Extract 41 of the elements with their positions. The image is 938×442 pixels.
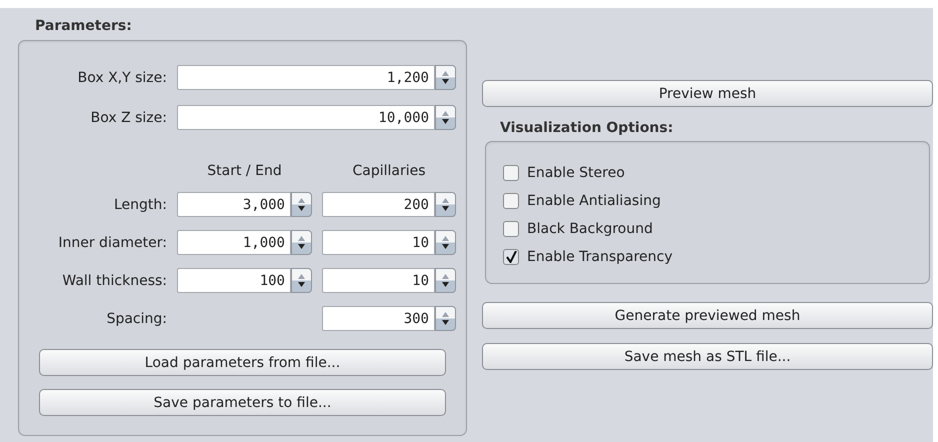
spinner-arrows-icon[interactable] xyxy=(435,105,456,130)
checkbox[interactable] xyxy=(503,193,519,209)
file-button[interactable]: Load parameters from file... xyxy=(39,349,446,376)
column-header: Capillaries xyxy=(351,163,427,179)
spinner-arrows-icon[interactable] xyxy=(435,65,456,90)
checkbox[interactable] xyxy=(503,249,519,265)
spinner-arrows-icon[interactable] xyxy=(435,306,456,331)
number-field[interactable]: 3,000 xyxy=(177,192,291,217)
checkbox-label: Enable Stereo xyxy=(527,165,625,181)
number-field[interactable]: 10 xyxy=(322,230,435,255)
spinner-arrows-icon[interactable] xyxy=(291,268,312,293)
field-label: Wall thickness: xyxy=(61,272,167,288)
checkbox[interactable] xyxy=(503,221,519,237)
checkbox-label: Black Background xyxy=(527,221,653,237)
file-button[interactable]: Save parameters to file... xyxy=(39,389,446,416)
number-field[interactable]: 200 xyxy=(322,192,435,217)
checkbox-label: Enable Transparency xyxy=(527,249,673,265)
number-field[interactable]: 1,000 xyxy=(177,230,291,255)
spinner-arrows-icon[interactable] xyxy=(435,192,456,217)
field-label: Box X,Y size: xyxy=(76,70,167,86)
field-label: Inner diameter: xyxy=(57,234,167,250)
number-field[interactable]: 10,000 xyxy=(177,105,435,130)
number-field[interactable]: 1,200 xyxy=(177,65,435,90)
preview-button[interactable]: Preview mesh xyxy=(482,80,933,107)
spinner-arrows-icon[interactable] xyxy=(291,192,312,217)
mesh-button[interactable]: Generate previewed mesh xyxy=(482,302,933,329)
spinner-arrows-icon[interactable] xyxy=(291,230,312,255)
mesh-button[interactable]: Save mesh as STL file... xyxy=(482,343,933,370)
spinner-arrows-icon[interactable] xyxy=(435,230,456,255)
field-label: Spacing: xyxy=(106,310,167,326)
checkbox-label: Enable Antialiasing xyxy=(527,193,661,209)
number-field[interactable]: 300 xyxy=(322,306,435,331)
checkbox[interactable] xyxy=(503,165,519,181)
field-label: Box Z size: xyxy=(90,110,167,126)
column-header: Start / End xyxy=(206,163,283,179)
spinner-arrows-icon[interactable] xyxy=(435,268,456,293)
section-title: Visualization Options: xyxy=(499,119,674,138)
section-title: Parameters: xyxy=(34,17,133,36)
number-field[interactable]: 100 xyxy=(177,268,291,293)
number-field[interactable]: 10 xyxy=(322,268,435,293)
field-label: Length: xyxy=(112,196,167,212)
